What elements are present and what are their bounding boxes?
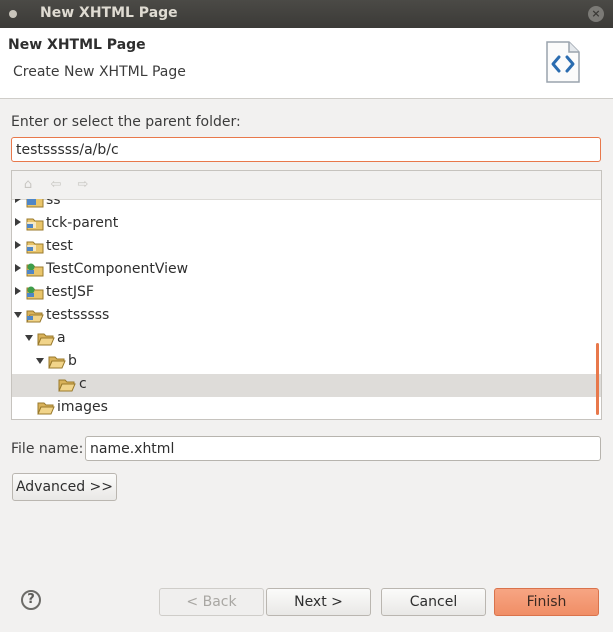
- expand-icon[interactable]: [15, 287, 21, 295]
- tree-item-c[interactable]: c: [12, 374, 601, 397]
- project-folder-icon: [26, 199, 44, 208]
- expand-icon[interactable]: [15, 264, 21, 272]
- tree-item-label: a: [57, 330, 66, 346]
- folder-open-icon: [37, 402, 55, 415]
- tree-item-test[interactable]: test: [12, 236, 601, 259]
- tree-item-b[interactable]: b: [12, 351, 601, 374]
- xhtml-file-icon: [546, 41, 580, 83]
- wizard-title: New XHTML Page: [8, 37, 146, 53]
- close-icon[interactable]: ×: [588, 6, 604, 22]
- java-project-icon: [26, 263, 44, 277]
- tree-item-label: tck-parent: [46, 215, 119, 231]
- tree-scrollbar[interactable]: [596, 343, 599, 415]
- tree-item-label: TestComponentView: [46, 261, 189, 277]
- tree-rows: ss tck-parent test TestComponentView tes…: [12, 199, 601, 419]
- tree-item-ss[interactable]: ss: [12, 199, 601, 213]
- file-name-input[interactable]: [85, 436, 601, 461]
- cancel-button[interactable]: Cancel: [381, 588, 486, 616]
- expand-icon[interactable]: [15, 218, 21, 226]
- wizard-header: New XHTML Page Create New XHTML Page: [0, 28, 613, 99]
- wizard-description: Create New XHTML Page: [13, 64, 186, 80]
- window-titlebar: New XHTML Page ×: [0, 0, 613, 28]
- folder-open-icon: [37, 333, 55, 346]
- advanced-button[interactable]: Advanced >>: [12, 473, 117, 501]
- folder-open-icon: [48, 356, 66, 369]
- tree-item-tck-parent[interactable]: tck-parent: [12, 213, 601, 236]
- collapse-icon[interactable]: [36, 358, 44, 364]
- finish-button[interactable]: Finish: [494, 588, 599, 616]
- tree-item-label: testsssss: [46, 307, 110, 323]
- folder-open-icon: [58, 379, 76, 392]
- forward-arrow-icon[interactable]: ⇨: [75, 177, 91, 193]
- collapse-icon[interactable]: [25, 335, 33, 341]
- tree-item-label: test: [46, 238, 73, 254]
- window-title: New XHTML Page: [40, 5, 178, 21]
- tree-item-images[interactable]: images: [12, 397, 601, 419]
- project-folder-icon: [26, 241, 44, 254]
- tree-item-label: ss: [46, 199, 61, 208]
- tree-item-label: images: [57, 399, 108, 415]
- file-name-label: File name:: [11, 441, 84, 457]
- tree-item-label: testJSF: [46, 284, 94, 300]
- tree-item-label: b: [68, 353, 77, 369]
- project-folder-open-icon: [26, 310, 44, 323]
- expand-icon[interactable]: [15, 199, 21, 203]
- java-project-icon: [26, 286, 44, 300]
- collapse-icon[interactable]: [14, 312, 22, 318]
- window-menu-icon[interactable]: [9, 10, 17, 18]
- folder-tree[interactable]: ⌂ ⇦ ⇨ ss tck-parent test TestComponentVi…: [11, 170, 602, 420]
- help-icon[interactable]: ?: [21, 590, 41, 610]
- project-folder-icon: [26, 218, 44, 231]
- back-arrow-icon[interactable]: ⇦: [48, 177, 64, 193]
- tree-toolbar: ⌂ ⇦ ⇨: [12, 171, 601, 200]
- home-icon[interactable]: ⌂: [20, 177, 36, 193]
- tree-item-testsssss[interactable]: testsssss: [12, 305, 601, 328]
- back-button[interactable]: < Back: [159, 588, 264, 616]
- next-button[interactable]: Next >: [266, 588, 371, 616]
- tree-item-a[interactable]: a: [12, 328, 601, 351]
- tree-item-testjsf[interactable]: testJSF: [12, 282, 601, 305]
- tree-item-testcomponentview[interactable]: TestComponentView: [12, 259, 601, 282]
- parent-folder-input[interactable]: [11, 137, 601, 162]
- expand-icon[interactable]: [15, 241, 21, 249]
- parent-folder-label: Enter or select the parent folder:: [11, 114, 241, 130]
- tree-item-label: c: [79, 376, 87, 392]
